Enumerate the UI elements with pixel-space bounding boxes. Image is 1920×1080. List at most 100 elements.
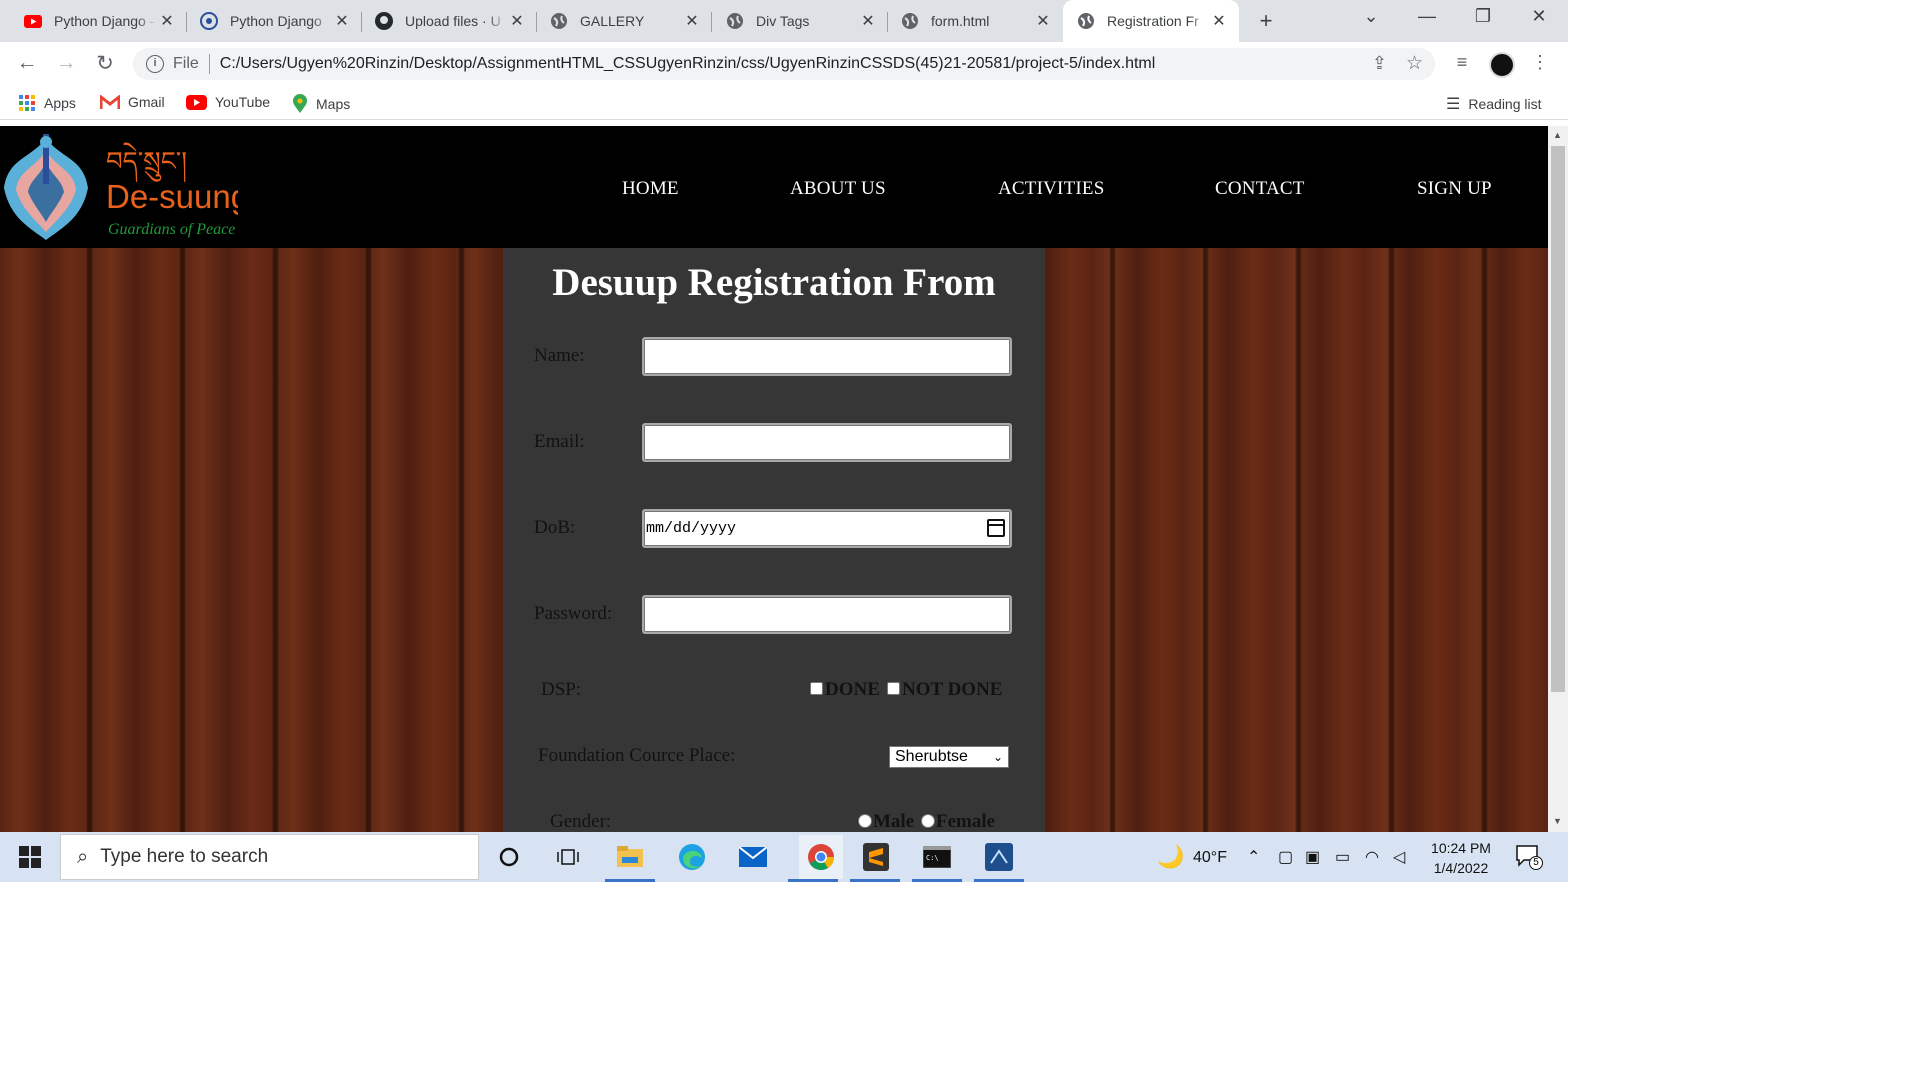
youtube-icon bbox=[24, 12, 42, 30]
bookmark-star-icon[interactable]: ☆ bbox=[1406, 52, 1423, 75]
edge-icon[interactable] bbox=[677, 842, 707, 872]
registration-form: Desuup Registration From Name: Email: Do… bbox=[503, 248, 1045, 832]
bookmark-youtube[interactable]: YouTube bbox=[186, 94, 270, 110]
bookmark-label: Gmail bbox=[128, 94, 165, 110]
dsp-done-label: DONE bbox=[825, 679, 880, 700]
close-icon[interactable]: ✕ bbox=[332, 11, 352, 31]
tab-python-django-youtube[interactable]: Python Django - ✕ bbox=[0, 0, 187, 42]
address-bar[interactable]: i File C:/Users/Ugyen%20Rinzin/Desktop/A… bbox=[133, 48, 1435, 80]
dob-date-input[interactable]: mm/dd/yyyy bbox=[642, 509, 1012, 548]
restore-icon[interactable]: ❐ bbox=[1463, 6, 1503, 27]
taskbar-clock[interactable]: 10:24 PM 1/4/2022 bbox=[1426, 838, 1496, 878]
reading-list-label: Reading list bbox=[1468, 96, 1542, 112]
reload-icon[interactable]: ↻ bbox=[92, 51, 118, 76]
moon-weather-icon[interactable]: 🌙 bbox=[1156, 842, 1186, 872]
nav-contact[interactable]: CONTACT bbox=[1215, 178, 1305, 200]
close-icon[interactable]: ✕ bbox=[507, 11, 527, 31]
nav-home[interactable]: HOME bbox=[622, 178, 679, 200]
url-text[interactable]: C:/Users/Ugyen%20Rinzin/Desktop/Assignme… bbox=[220, 55, 1156, 73]
globe-icon bbox=[550, 12, 568, 30]
cortana-icon[interactable] bbox=[494, 842, 524, 872]
volume-icon[interactable]: ◁ bbox=[1393, 847, 1405, 867]
back-icon[interactable]: ← bbox=[14, 51, 40, 75]
tab-search-chevron-icon[interactable]: ⌄ bbox=[1351, 6, 1391, 27]
tab-python-django-2[interactable]: Python Django ✕ bbox=[176, 0, 362, 42]
close-window-icon[interactable]: ✕ bbox=[1519, 6, 1559, 27]
app-icon[interactable] bbox=[984, 842, 1014, 872]
tab-gallery[interactable]: GALLERY ✕ bbox=[526, 0, 712, 42]
dsp-done-checkbox[interactable] bbox=[810, 682, 823, 695]
notification-count: 5 bbox=[1529, 856, 1543, 870]
task-view-icon[interactable] bbox=[553, 842, 583, 872]
taskbar-search-box[interactable]: ⌕ Type here to search bbox=[60, 834, 479, 880]
maps-pin-icon bbox=[293, 94, 307, 113]
svg-text:De-suung: De-suung bbox=[106, 178, 238, 215]
dob-label: DoB: bbox=[534, 517, 576, 538]
tab-upload-files-github[interactable]: Upload files · U ✕ bbox=[351, 0, 537, 42]
bookmark-apps[interactable]: Apps bbox=[18, 94, 76, 112]
file-explorer-icon[interactable] bbox=[615, 842, 645, 872]
more-menu-icon[interactable]: ⋮ bbox=[1528, 52, 1552, 73]
bookmark-gmail[interactable]: Gmail bbox=[100, 94, 165, 110]
notification-icon[interactable]: 5 bbox=[1516, 845, 1543, 870]
camera-icon[interactable]: ▣ bbox=[1305, 847, 1320, 867]
chrome-icon[interactable] bbox=[799, 835, 843, 879]
media-control-icon[interactable]: ≡ bbox=[1450, 52, 1474, 73]
scroll-up-icon[interactable]: ▲ bbox=[1553, 130, 1562, 140]
dsp-not-done-label: NOT DONE bbox=[902, 679, 1003, 700]
desuung-logo[interactable]: བདེ་སྲུང་། De-suung Guardians of Peace bbox=[2, 128, 249, 246]
gender-male-radio[interactable] bbox=[858, 814, 872, 828]
email-input[interactable] bbox=[642, 423, 1012, 462]
reading-list-button[interactable]: ☰ Reading list bbox=[1446, 94, 1542, 114]
nav-sign-up[interactable]: SIGN UP bbox=[1417, 178, 1492, 200]
dsp-not-done-checkbox[interactable] bbox=[887, 682, 900, 695]
weather-temp[interactable]: 40°F bbox=[1193, 849, 1227, 867]
nav-about-us[interactable]: ABOUT US bbox=[790, 178, 886, 200]
tab-form-html[interactable]: form.html ✕ bbox=[877, 0, 1063, 42]
close-icon[interactable]: ✕ bbox=[858, 11, 878, 31]
forward-icon[interactable]: → bbox=[53, 51, 79, 75]
email-label: Email: bbox=[534, 431, 585, 452]
bookmark-maps[interactable]: Maps bbox=[292, 94, 350, 114]
gmail-icon bbox=[100, 94, 120, 109]
minimize-icon[interactable]: — bbox=[1407, 6, 1447, 27]
avatar[interactable] bbox=[1489, 52, 1515, 78]
scroll-down-icon[interactable]: ▼ bbox=[1553, 816, 1562, 826]
chevron-down-icon: ⌄ bbox=[992, 750, 1003, 764]
foundation-course-select[interactable]: Sherubtse ⌄ bbox=[889, 746, 1009, 768]
new-tab-button[interactable]: + bbox=[1253, 8, 1279, 34]
gender-female-radio[interactable] bbox=[921, 814, 935, 828]
windows-start-icon[interactable] bbox=[15, 842, 45, 872]
form-title: Desuup Registration From bbox=[552, 261, 996, 304]
web-icon bbox=[200, 12, 218, 30]
battery-icon[interactable]: ▭ bbox=[1335, 847, 1350, 867]
select-value: Sherubtse bbox=[895, 748, 968, 765]
chevron-up-icon[interactable]: ⌃ bbox=[1247, 847, 1260, 867]
browser-toolbar: ← → ↻ i File C:/Users/Ugyen%20Rinzin/Des… bbox=[0, 42, 1568, 86]
close-icon[interactable]: ✕ bbox=[682, 11, 702, 31]
name-input[interactable] bbox=[642, 337, 1012, 376]
bookmark-label: Apps bbox=[44, 95, 76, 111]
page-scrollbar[interactable]: ▲ ▼ bbox=[1548, 126, 1568, 832]
youtube-icon bbox=[186, 94, 207, 110]
info-icon[interactable]: i bbox=[146, 55, 164, 73]
calendar-icon[interactable] bbox=[987, 519, 1005, 537]
close-icon[interactable]: ✕ bbox=[157, 11, 177, 31]
nav-activities[interactable]: ACTIVITIES bbox=[998, 178, 1104, 200]
close-icon[interactable]: ✕ bbox=[1209, 11, 1229, 31]
share-icon[interactable]: ⇪ bbox=[1372, 53, 1387, 74]
close-icon[interactable]: ✕ bbox=[1033, 11, 1053, 31]
sublime-text-icon[interactable] bbox=[861, 842, 891, 872]
scrollbar-thumb[interactable] bbox=[1551, 146, 1565, 692]
search-icon: ⌕ bbox=[77, 845, 89, 868]
tab-registration-form[interactable]: Registration Fr ✕ bbox=[1063, 0, 1239, 42]
mail-icon[interactable] bbox=[738, 842, 768, 872]
terminal-icon[interactable]: C:\ bbox=[922, 842, 952, 872]
password-input[interactable] bbox=[642, 595, 1012, 634]
svg-text:བདེ་སྲུང་།: བདེ་སྲུང་། bbox=[106, 142, 187, 183]
tab-div-tags[interactable]: Div Tags ✕ bbox=[702, 0, 888, 42]
tab-title: Upload files · U bbox=[405, 13, 501, 29]
meet-now-icon[interactable]: ▢ bbox=[1278, 847, 1293, 867]
tab-title: GALLERY bbox=[580, 13, 645, 29]
wifi-icon[interactable]: ◠ bbox=[1365, 847, 1379, 867]
